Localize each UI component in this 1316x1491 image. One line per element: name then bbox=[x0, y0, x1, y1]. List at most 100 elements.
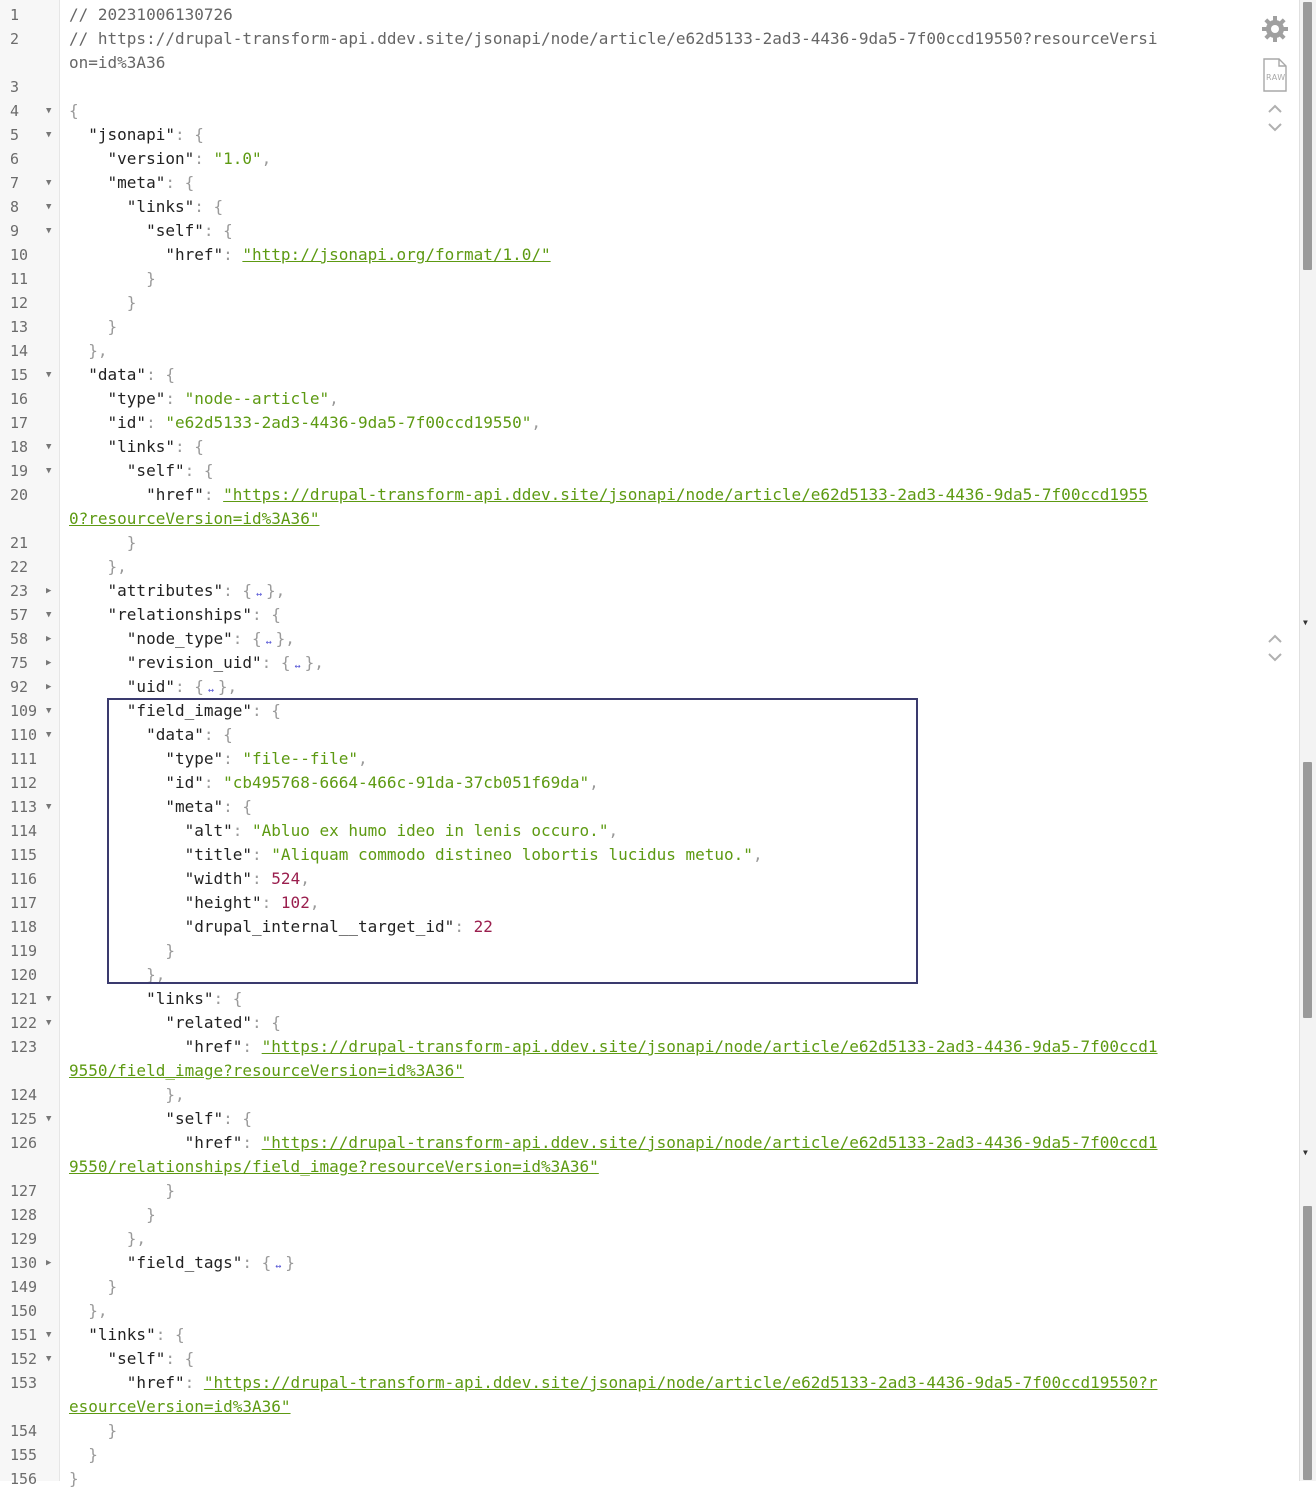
json-punctuation: : { bbox=[155, 1325, 185, 1344]
line-number: 112 bbox=[10, 771, 54, 795]
line-number: 128 bbox=[10, 1203, 54, 1227]
fold-closed-icon[interactable]: ▶ bbox=[46, 627, 51, 651]
fold-open-icon[interactable]: ▼ bbox=[46, 435, 51, 459]
code-line: } bbox=[69, 939, 1160, 963]
json-string: "cb495768-6664-466c-91da-37cb051f69da" bbox=[223, 773, 590, 792]
json-punctuation: } bbox=[69, 533, 137, 552]
comment-text: // 20231006130726 bbox=[69, 5, 233, 24]
expand-all-icon[interactable] bbox=[1266, 632, 1284, 666]
fold-open-icon[interactable]: ▼ bbox=[46, 1347, 51, 1371]
json-punctuation: : { bbox=[146, 365, 175, 384]
scrollbar-thumb-tertiary[interactable] bbox=[1303, 1206, 1312, 1480]
code-line: "node_type": {↔}, bbox=[69, 627, 1160, 651]
line-number: 18 ▼ bbox=[10, 435, 54, 459]
line-number: 149 bbox=[10, 1275, 54, 1299]
json-string: "1.0" bbox=[213, 149, 262, 168]
code-line: "attributes": {↔}, bbox=[69, 579, 1160, 603]
fold-closed-icon[interactable]: ▶ bbox=[46, 675, 51, 699]
line-number-label: 119 bbox=[10, 942, 38, 960]
collapse-all-icon[interactable] bbox=[1266, 102, 1284, 136]
line-number: 11 bbox=[10, 267, 54, 291]
collapsed-ellipsis-icon[interactable]: ↔ bbox=[291, 660, 305, 674]
json-string: "e62d5133-2ad3-4436-9da5-7f00ccd19550" bbox=[165, 413, 532, 432]
scrollbar-thumb[interactable] bbox=[1303, 2, 1312, 270]
json-link[interactable]: "https://drupal-transform-api.ddev.site/… bbox=[69, 485, 1148, 528]
json-key: "jsonapi" bbox=[69, 125, 175, 144]
json-punctuation: }, bbox=[266, 581, 286, 600]
line-number: 8 ▼ bbox=[10, 195, 54, 219]
fold-open-icon[interactable]: ▼ bbox=[46, 603, 51, 627]
json-punctuation: : { bbox=[252, 605, 281, 624]
fold-open-icon[interactable]: ▼ bbox=[46, 123, 51, 147]
code-line: "href": "http://jsonapi.org/format/1.0/" bbox=[69, 243, 1160, 267]
line-number: 17 bbox=[10, 411, 54, 435]
line-number-label: 12 bbox=[10, 294, 29, 312]
fold-open-icon[interactable]: ▼ bbox=[46, 1107, 51, 1131]
scroll-marker-icon: ▼ bbox=[1303, 1148, 1308, 1157]
code-line: "data": { bbox=[69, 363, 1160, 387]
collapsed-ellipsis-icon[interactable]: ↔ bbox=[262, 636, 276, 650]
fold-open-icon[interactable]: ▼ bbox=[46, 987, 51, 1011]
line-number: 92 ▶ bbox=[10, 675, 54, 699]
json-link[interactable]: "https://drupal-transform-api.ddev.site/… bbox=[69, 1373, 1158, 1416]
line-number-label: 2 bbox=[10, 30, 20, 48]
line-number-label: 13 bbox=[10, 318, 29, 336]
json-punctuation: : bbox=[146, 413, 166, 432]
line-number: 130 ▶ bbox=[10, 1251, 54, 1275]
fold-open-icon[interactable]: ▼ bbox=[46, 363, 51, 387]
fold-open-icon[interactable]: ▼ bbox=[46, 795, 51, 819]
fold-open-icon[interactable]: ▼ bbox=[46, 171, 51, 195]
fold-open-icon[interactable]: ▼ bbox=[46, 699, 51, 723]
code-line: }, bbox=[69, 555, 1160, 579]
collapsed-ellipsis-icon[interactable]: ↔ bbox=[252, 588, 266, 602]
fold-closed-icon[interactable]: ▶ bbox=[46, 1251, 51, 1275]
json-key: "type" bbox=[69, 389, 166, 408]
json-key: "type" bbox=[69, 749, 224, 768]
fold-open-icon[interactable]: ▼ bbox=[46, 195, 51, 219]
fold-closed-icon[interactable]: ▶ bbox=[46, 651, 51, 675]
fold-open-icon[interactable]: ▼ bbox=[46, 99, 51, 123]
json-punctuation: } bbox=[69, 1421, 118, 1440]
collapsed-ellipsis-icon[interactable]: ↔ bbox=[271, 1260, 285, 1274]
fold-closed-icon[interactable]: ▶ bbox=[46, 579, 51, 603]
fold-open-icon[interactable]: ▼ bbox=[46, 459, 51, 483]
line-number-label: 111 bbox=[10, 750, 38, 768]
raw-file-icon[interactable]: RAW bbox=[1262, 58, 1288, 92]
json-punctuation: : { bbox=[232, 629, 262, 648]
fold-open-icon[interactable]: ▼ bbox=[46, 1323, 51, 1347]
line-number-label: 120 bbox=[10, 966, 38, 984]
line-number-label: 10 bbox=[10, 246, 29, 264]
line-number-label: 122 bbox=[10, 1014, 38, 1032]
line-number-label: 152 bbox=[10, 1350, 38, 1368]
gear-icon[interactable] bbox=[1260, 14, 1290, 44]
json-punctuation: : { bbox=[261, 653, 291, 672]
collapsed-ellipsis-icon[interactable]: ↔ bbox=[204, 684, 218, 698]
line-number: 123 bbox=[10, 1035, 54, 1059]
json-key: "self" bbox=[69, 1349, 166, 1368]
line-number-label: 110 bbox=[10, 726, 38, 744]
fold-open-icon[interactable]: ▼ bbox=[46, 219, 51, 243]
json-key: "title" bbox=[69, 845, 253, 864]
scrollbar-thumb-secondary[interactable] bbox=[1303, 762, 1312, 1018]
json-link[interactable]: "http://jsonapi.org/format/1.0/" bbox=[242, 245, 550, 264]
json-punctuation: , bbox=[300, 869, 310, 888]
json-key: "field_image" bbox=[69, 701, 253, 720]
json-key: "drupal_internal__target_id" bbox=[69, 917, 455, 936]
code-line: } bbox=[69, 1443, 1160, 1467]
line-number: 12 bbox=[10, 291, 54, 315]
json-punctuation: : bbox=[252, 845, 272, 864]
json-punctuation: : { bbox=[174, 677, 204, 696]
scroll-marker-icon: ▼ bbox=[1303, 618, 1308, 627]
line-number: 153 bbox=[10, 1371, 54, 1395]
code-line: "height": 102, bbox=[69, 891, 1160, 915]
line-number-label: 23 bbox=[10, 582, 29, 600]
line-number-label: 75 bbox=[10, 654, 29, 672]
fold-open-icon[interactable]: ▼ bbox=[46, 723, 51, 747]
line-number-label: 4 bbox=[10, 102, 20, 120]
fold-open-icon[interactable]: ▼ bbox=[46, 1011, 51, 1035]
json-punctuation: : bbox=[203, 773, 224, 792]
json-punctuation: : { bbox=[252, 1013, 281, 1032]
json-key: "id" bbox=[69, 773, 204, 792]
line-number: 118 bbox=[10, 915, 54, 939]
vertical-scrollbar[interactable]: ▼ ▼ bbox=[1299, 0, 1316, 1481]
